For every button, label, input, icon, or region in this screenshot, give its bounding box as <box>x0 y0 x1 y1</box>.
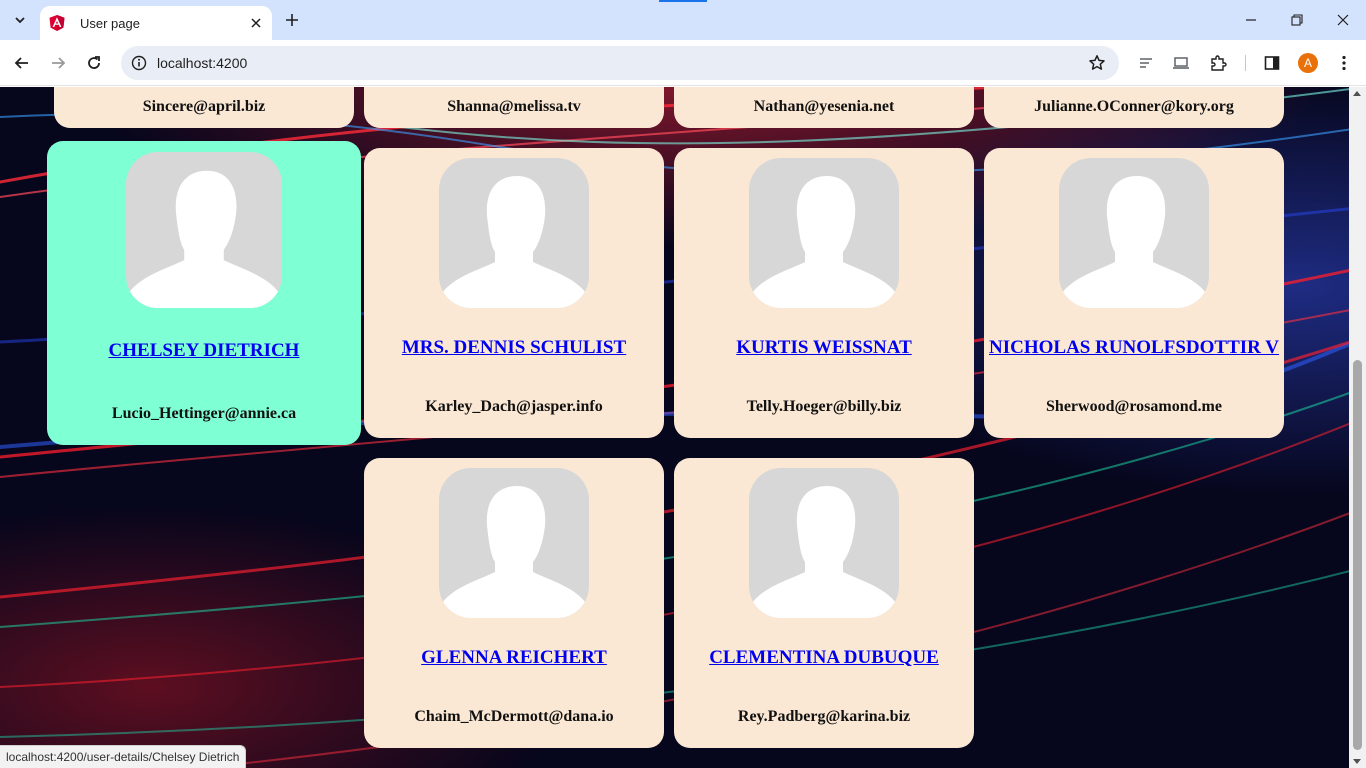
user-avatar <box>126 152 282 308</box>
side-panel-icon <box>1264 56 1280 70</box>
user-name-link[interactable]: KURTIS WEISSNAT <box>674 337 974 359</box>
user-card[interactable]: MRS. DENNIS SCHULIST Karley_Dach@jasper.… <box>364 148 664 438</box>
close-icon <box>1337 14 1349 26</box>
address-bar[interactable]: localhost:4200 <box>121 46 1119 80</box>
cast-button[interactable] <box>1167 49 1195 77</box>
arrow-right-icon <box>52 57 66 69</box>
profile-avatar[interactable]: A <box>1298 53 1318 73</box>
plus-icon <box>286 14 298 26</box>
user-card[interactable]: Shanna@melissa.tv <box>364 87 664 128</box>
person-silhouette-icon <box>439 486 589 618</box>
side-panel-button[interactable] <box>1258 49 1286 77</box>
toolbar-separator <box>1245 55 1246 71</box>
reading-list-icon <box>1140 58 1152 68</box>
person-silhouette-icon <box>749 486 899 618</box>
reload-icon <box>88 56 100 69</box>
user-email: Shanna@melissa.tv <box>447 98 581 115</box>
person-silhouette-icon <box>439 176 589 308</box>
user-email: Rey.Padberg@karina.biz <box>737 708 911 725</box>
user-avatar <box>439 468 589 618</box>
arrow-left-icon <box>14 57 28 69</box>
user-card[interactable]: Sincere@april.biz <box>54 87 354 128</box>
scroll-up-arrow-icon[interactable] <box>1353 91 1361 96</box>
user-name-link[interactable]: GLENNA REICHERT <box>364 647 664 669</box>
link-status-bubble: localhost:4200/user-details/Chelsey Diet… <box>0 745 247 768</box>
close-tab-icon[interactable] <box>248 15 264 31</box>
person-silhouette-icon <box>749 176 899 308</box>
user-card-selected[interactable]: CHELSEY DIETRICH Lucio_Hettinger@annie.c… <box>47 141 361 445</box>
user-email: Lucio_Hettinger@annie.ca <box>111 405 297 422</box>
chevron-down-icon <box>15 17 25 24</box>
scrollbar-thumb[interactable] <box>1353 360 1362 750</box>
user-avatar <box>749 158 899 308</box>
user-name-link[interactable]: NICHOLAS RUNOLFSDOTTIR V <box>984 337 1284 359</box>
menu-button[interactable] <box>1330 49 1358 77</box>
tab-title: User page <box>80 15 140 31</box>
scroll-down-arrow-icon[interactable] <box>1353 759 1361 764</box>
laptop-icon <box>1173 57 1189 69</box>
user-email: Telly.Hoeger@billy.biz <box>746 398 902 415</box>
user-email: Sherwood@rosamond.me <box>1046 398 1222 415</box>
extensions-button[interactable] <box>1204 49 1232 77</box>
user-email: Julianne.OConner@kory.org <box>1034 98 1234 115</box>
user-email: Nathan@yesenia.net <box>753 98 895 115</box>
url-text[interactable]: localhost:4200 <box>157 55 247 71</box>
bookmark-star-icon[interactable] <box>1087 53 1107 73</box>
page-viewport: Sincere@april.biz Shanna@melissa.tv Nath… <box>0 87 1366 768</box>
more-vertical-icon <box>1342 55 1346 71</box>
restore-button[interactable] <box>1274 0 1320 40</box>
minimize-icon <box>1246 19 1256 21</box>
puzzle-icon <box>1211 55 1227 71</box>
reading-list-button[interactable] <box>1132 49 1160 77</box>
tab-search-button[interactable] <box>6 6 34 34</box>
user-avatar <box>1059 158 1209 308</box>
reload-button[interactable] <box>80 49 108 77</box>
user-name-link[interactable]: MRS. DENNIS SCHULIST <box>364 337 664 359</box>
active-tab[interactable]: User page <box>40 6 272 40</box>
user-email: Chaim_McDermott@dana.io <box>414 708 614 725</box>
user-avatar <box>439 158 589 308</box>
user-card[interactable]: NICHOLAS RUNOLFSDOTTIR V Sherwood@rosamo… <box>984 148 1284 438</box>
user-name-link[interactable]: CLEMENTINA DUBUQUE <box>674 647 974 669</box>
new-tab-button[interactable] <box>280 8 304 32</box>
site-info-icon[interactable] <box>129 53 149 73</box>
minimize-button[interactable] <box>1228 0 1274 40</box>
person-silhouette-icon <box>126 170 282 308</box>
user-card[interactable]: CLEMENTINA DUBUQUE Rey.Padberg@karina.bi… <box>674 458 974 748</box>
vertical-scrollbar[interactable] <box>1349 87 1366 768</box>
user-card[interactable]: Nathan@yesenia.net <box>674 87 974 128</box>
user-card[interactable]: GLENNA REICHERT Chaim_McDermott@dana.io <box>364 458 664 748</box>
restore-icon <box>1291 14 1303 26</box>
user-card[interactable]: KURTIS WEISSNAT Telly.Hoeger@billy.biz <box>674 148 974 438</box>
tab-bar: User page <box>0 0 1366 40</box>
browser-toolbar: localhost:4200 A <box>0 40 1366 86</box>
user-card[interactable]: Julianne.OConner@kory.org <box>984 87 1284 128</box>
user-name-link[interactable]: CHELSEY DIETRICH <box>47 340 361 362</box>
user-email: Karley_Dach@jasper.info <box>425 398 603 415</box>
forward-button[interactable] <box>44 49 72 77</box>
person-silhouette-icon <box>1059 176 1209 308</box>
user-email: Sincere@april.biz <box>142 98 266 115</box>
angular-logo-icon <box>49 15 65 31</box>
user-avatar <box>749 468 899 618</box>
back-button[interactable] <box>8 49 36 77</box>
close-window-button[interactable] <box>1320 0 1366 40</box>
tab-indicator <box>659 0 707 2</box>
